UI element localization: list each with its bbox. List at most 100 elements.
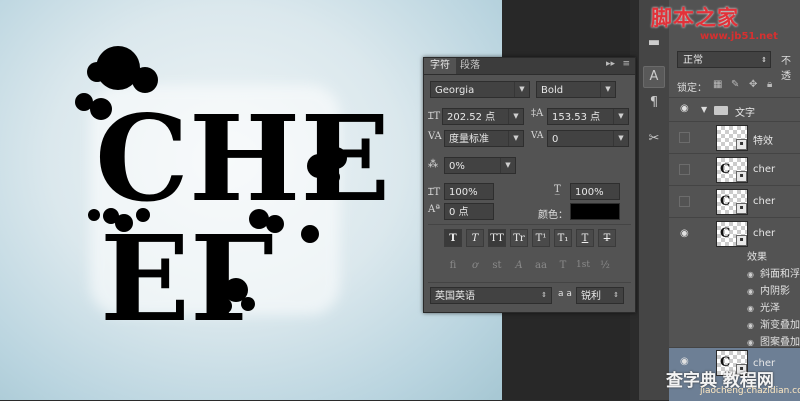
leading-field[interactable]: 153.53 点 ▼ xyxy=(547,108,629,125)
faux-bold-button[interactable]: T xyxy=(444,229,462,247)
baseline-shift-icon: Aª xyxy=(428,204,440,215)
vertical-scale-icon: ꞮT xyxy=(428,187,441,198)
blend-mode-value: 正常 xyxy=(683,55,703,66)
layer-row[interactable]: ◉ ▼ 文字 xyxy=(669,97,800,122)
font-size-field[interactable]: 202.52 点 ▼ xyxy=(442,108,524,125)
effect-name: 光泽 xyxy=(759,303,780,314)
eye-icon[interactable]: ◉ xyxy=(747,287,754,296)
eye-icon[interactable]: ◉ xyxy=(747,270,754,279)
lock-move-icon[interactable]: ✥ xyxy=(749,79,757,90)
layer-row[interactable]: ◉ C ▪ cher xyxy=(669,217,800,250)
titling-alternates-button[interactable]: T xyxy=(554,260,572,276)
eye-icon[interactable]: ◉ xyxy=(680,103,689,114)
thumbnail-glyph: C xyxy=(720,162,731,177)
chevron-down-icon: ▼ xyxy=(613,109,628,124)
kerning-value: 度量标准 xyxy=(449,134,489,145)
lock-all-icon[interactable]: 🔒︎ xyxy=(767,79,772,90)
chevron-down-icon: ▼ xyxy=(500,158,515,173)
all-caps-button[interactable]: TT xyxy=(488,229,506,247)
layer-name: cher xyxy=(753,228,776,239)
collapse-icon[interactable]: ▸▸ xyxy=(606,59,615,69)
horizontal-scale-value: 100% xyxy=(575,187,604,198)
effect-item[interactable]: ◉ 内阴影 xyxy=(747,282,790,297)
visibility-toggle[interactable] xyxy=(679,164,690,175)
leading-icon: ‡A xyxy=(531,108,544,119)
tsume-select[interactable]: 0% ▼ xyxy=(444,157,516,174)
paragraph-icon[interactable]: ¶ xyxy=(643,92,665,114)
chevron-updown-icon: ⇕ xyxy=(613,291,619,299)
smart-object-icon: ▪ xyxy=(736,171,747,182)
blend-mode-select[interactable]: 正常 ⇕ xyxy=(677,51,771,68)
superscript-button[interactable]: T¹ xyxy=(532,229,550,247)
effect-item[interactable]: ◉ 光泽 xyxy=(747,299,780,314)
baseline-shift-value: 0 点 xyxy=(449,207,469,218)
lock-paint-icon[interactable]: ✎ xyxy=(731,79,739,90)
anti-alias-select[interactable]: 锐利 ⇕ xyxy=(576,287,624,304)
fractions-button[interactable]: ½ xyxy=(596,260,614,276)
visibility-toggle[interactable] xyxy=(679,132,690,143)
ligature-button[interactable]: fi xyxy=(444,260,462,276)
chevron-down-icon[interactable]: ▼ xyxy=(701,105,707,114)
eye-icon[interactable]: ◉ xyxy=(747,338,754,347)
eye-icon[interactable]: ◉ xyxy=(747,304,754,313)
tsume-value: 0% xyxy=(449,161,465,172)
chevron-down-icon: ▼ xyxy=(508,109,523,124)
subscript-button[interactable]: T₁ xyxy=(554,229,572,247)
visibility-toggle[interactable] xyxy=(679,196,690,207)
eye-icon[interactable]: ◉ xyxy=(680,228,689,239)
layer-thumbnail: C ▪ xyxy=(716,157,748,183)
underline-button[interactable]: T xyxy=(576,229,594,247)
small-caps-button[interactable]: Tr xyxy=(510,229,528,247)
color-label: 颜色： xyxy=(538,210,568,221)
strikethrough-button[interactable]: T xyxy=(598,229,616,247)
layer-row[interactable]: ▪ 特效 xyxy=(669,121,800,154)
baseline-shift-field[interactable]: 0 点 xyxy=(444,203,494,220)
thumbnail-glyph: C xyxy=(720,226,731,241)
kerning-icon: VA xyxy=(428,131,442,142)
stylistic-alternates-button[interactable]: aa xyxy=(532,260,550,276)
tracking-select[interactable]: 0 ▼ xyxy=(547,130,629,147)
layer-row[interactable]: C ▪ cher xyxy=(669,185,800,218)
lock-label: 锁定： xyxy=(677,83,707,94)
layer-row[interactable]: C ▪ cher xyxy=(669,153,800,186)
chevron-updown-icon: ⇕ xyxy=(761,56,767,64)
swash-button[interactable]: A xyxy=(510,260,528,276)
lock-transparent-icon[interactable]: ▦ xyxy=(713,79,722,90)
tools-icon[interactable]: ✂ xyxy=(643,128,665,150)
leading-value: 153.53 点 xyxy=(552,112,601,123)
tsume-icon: ⁂ xyxy=(428,159,438,170)
horizontal-scale-field[interactable]: 100% xyxy=(570,183,620,200)
effect-item[interactable]: ◉ 渐变叠加 xyxy=(747,316,800,331)
vertical-scale-value: 100% xyxy=(449,187,478,198)
eye-icon[interactable]: ◉ xyxy=(747,321,754,330)
watermark-url-bottom: jiaocheng.chazidian.com xyxy=(700,386,800,396)
layer-thumbnail: ▪ xyxy=(716,125,748,151)
font-family-select[interactable]: Georgia ▼ xyxy=(430,81,530,98)
opacity-label: 不透 xyxy=(781,56,791,82)
contextual-alternates-button[interactable]: ơ xyxy=(466,260,484,276)
ordinals-button[interactable]: 1st xyxy=(574,260,592,276)
effect-item[interactable]: ◉ 斜面和浮 xyxy=(747,265,800,280)
effect-item[interactable]: ◉ 图案叠加 xyxy=(747,333,800,348)
tab-character[interactable]: 字符 xyxy=(424,58,456,74)
discretionary-ligature-button[interactable]: st xyxy=(488,260,506,276)
tracking-icon: VA xyxy=(531,131,544,141)
folder-icon xyxy=(714,106,728,115)
layer-name: 特效 xyxy=(753,136,773,147)
watermark-url-top: www.jb51.net xyxy=(700,31,778,42)
font-style-select[interactable]: Bold ▼ xyxy=(536,81,616,98)
kerning-select[interactable]: 度量标准 ▼ xyxy=(444,130,524,147)
anti-alias-value: 锐利 xyxy=(581,291,601,302)
faux-italic-button[interactable]: T xyxy=(466,229,484,247)
vertical-scale-field[interactable]: 100% xyxy=(444,183,494,200)
layer-comp-icon[interactable]: ▬ xyxy=(643,32,665,54)
type-style-buttons: T T TT Tr T¹ T₁ T T xyxy=(428,229,631,249)
chevron-down-icon: ▼ xyxy=(613,131,628,146)
text-color-swatch[interactable] xyxy=(570,203,620,220)
panel-menu-icon[interactable]: ≡ xyxy=(622,59,630,69)
character-panel: 字符 段落 ▸▸ ≡ Georgia ▼ Bold ▼ ꞮT 202.52 点 … xyxy=(423,57,636,313)
tab-paragraph[interactable]: 段落 xyxy=(454,58,486,74)
divider xyxy=(428,282,631,283)
character-icon[interactable]: A xyxy=(643,66,665,88)
language-select[interactable]: 英国英语 ⇕ xyxy=(430,287,552,304)
